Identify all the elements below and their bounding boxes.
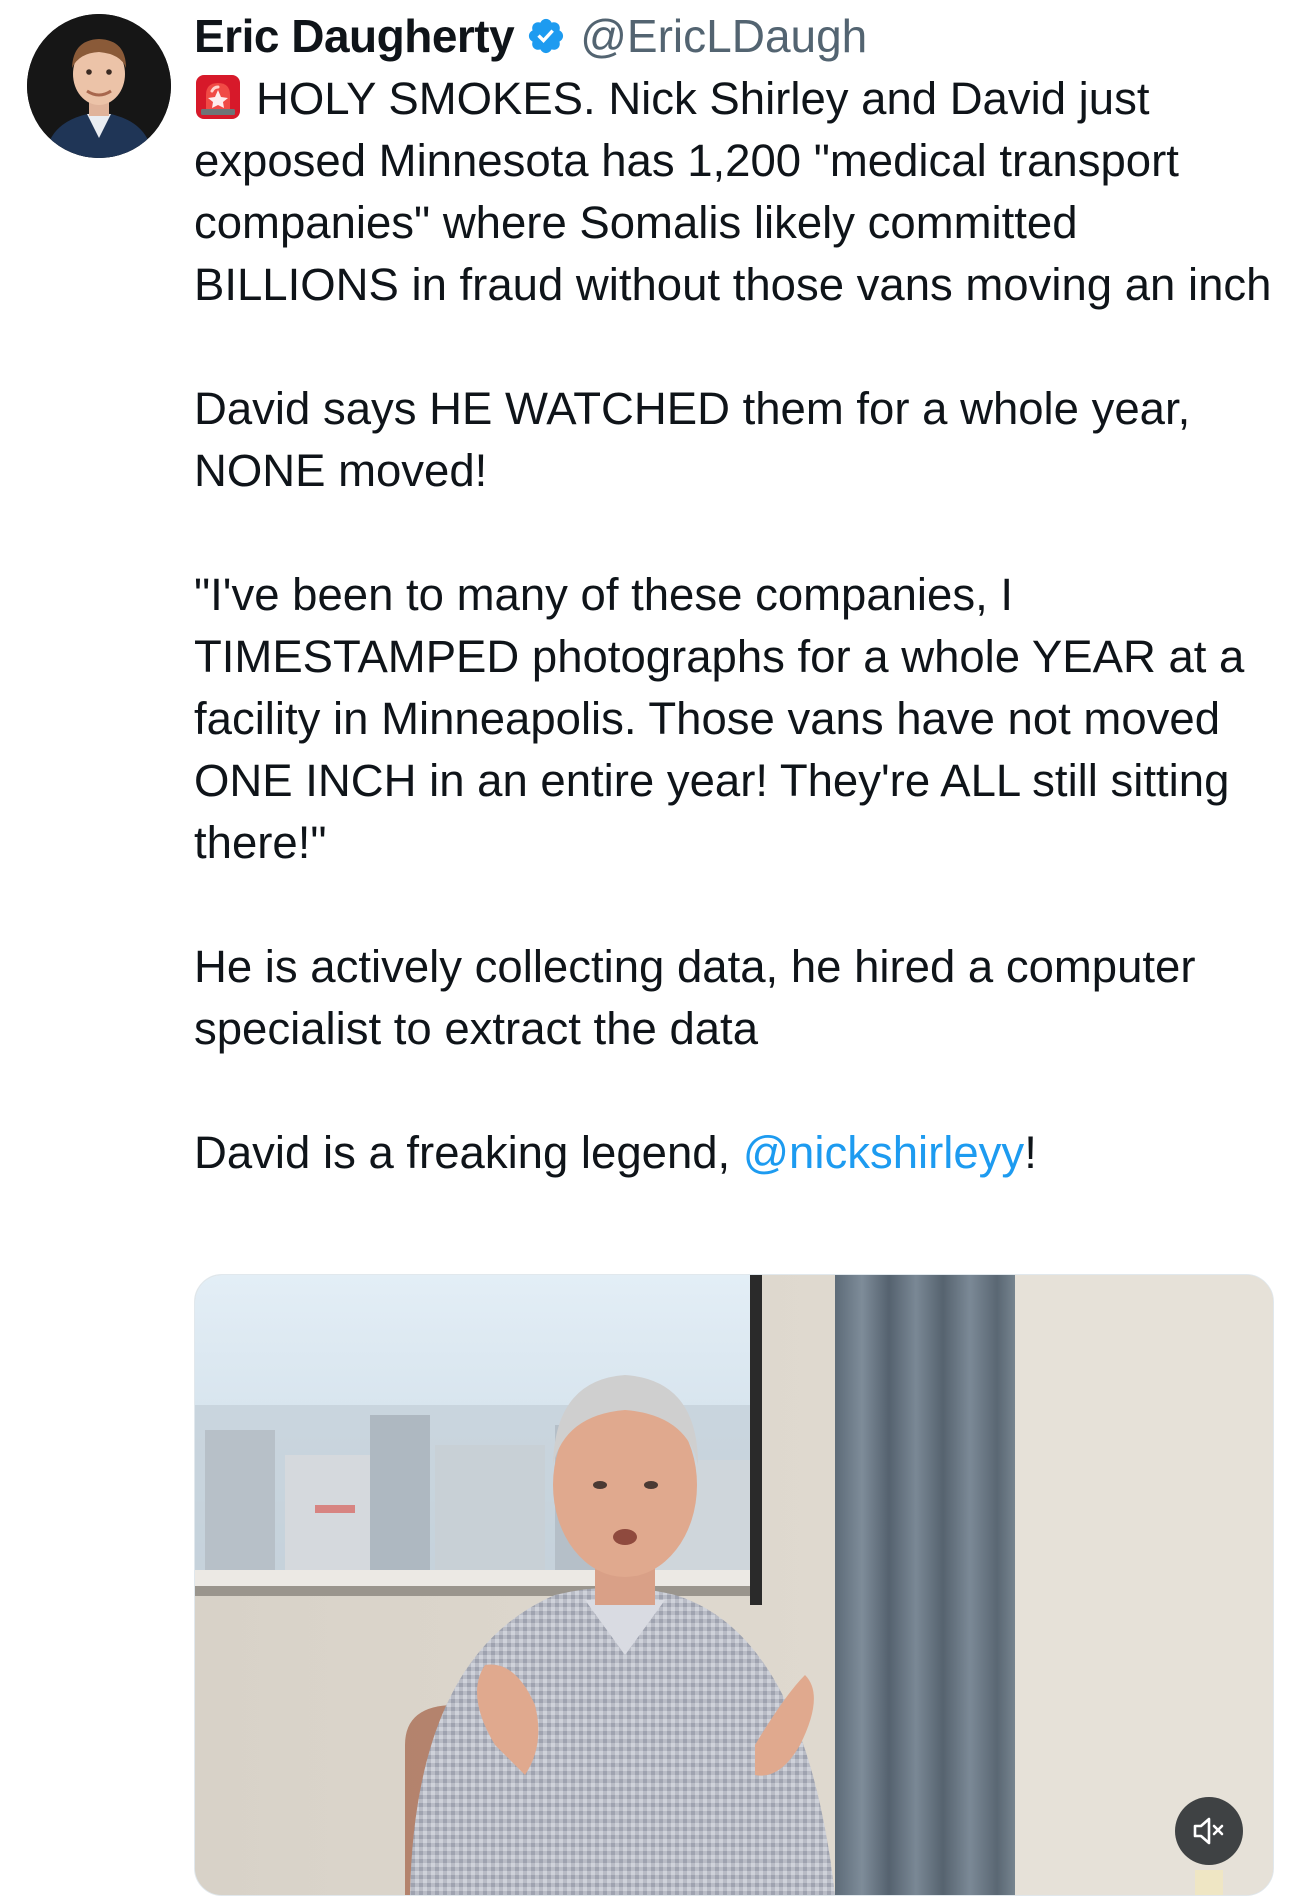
paragraph-2: David says HE WATCHED them for a whole y… (194, 383, 1191, 496)
paragraph-3: "I've been to many of these companies, I… (194, 569, 1245, 868)
video-frame (195, 1275, 1273, 1895)
tweet-header: Eric Daugherty @EricLDaugh (194, 6, 867, 66)
avatar[interactable] (27, 14, 171, 158)
paragraph-5-text: David is a freaking legend, (194, 1127, 743, 1178)
paragraph-1: HOLY SMOKES. Nick Shirley and David just… (194, 68, 1274, 316)
police-light-icon (194, 73, 242, 121)
paragraph-5-suffix: ! (1024, 1127, 1037, 1178)
verified-badge-icon (526, 16, 566, 56)
display-name[interactable]: Eric Daugherty (194, 9, 515, 63)
profile-photo (27, 14, 171, 158)
speaker-muted-icon (1193, 1817, 1224, 1845)
tweet-text: HOLY SMOKES. Nick Shirley and David just… (194, 68, 1274, 1184)
paragraph-4: He is actively collecting data, he hired… (194, 941, 1196, 1054)
user-handle[interactable]: @EricLDaugh (580, 9, 867, 63)
video-player[interactable] (194, 1274, 1274, 1896)
paragraph-5: David is a freaking legend, @nickshirley… (194, 1122, 1274, 1184)
mention-link[interactable]: @nickshirleyy (743, 1127, 1024, 1178)
paragraph-1-text: HOLY SMOKES. Nick Shirley and David just… (194, 73, 1272, 310)
mute-button[interactable] (1175, 1797, 1243, 1865)
